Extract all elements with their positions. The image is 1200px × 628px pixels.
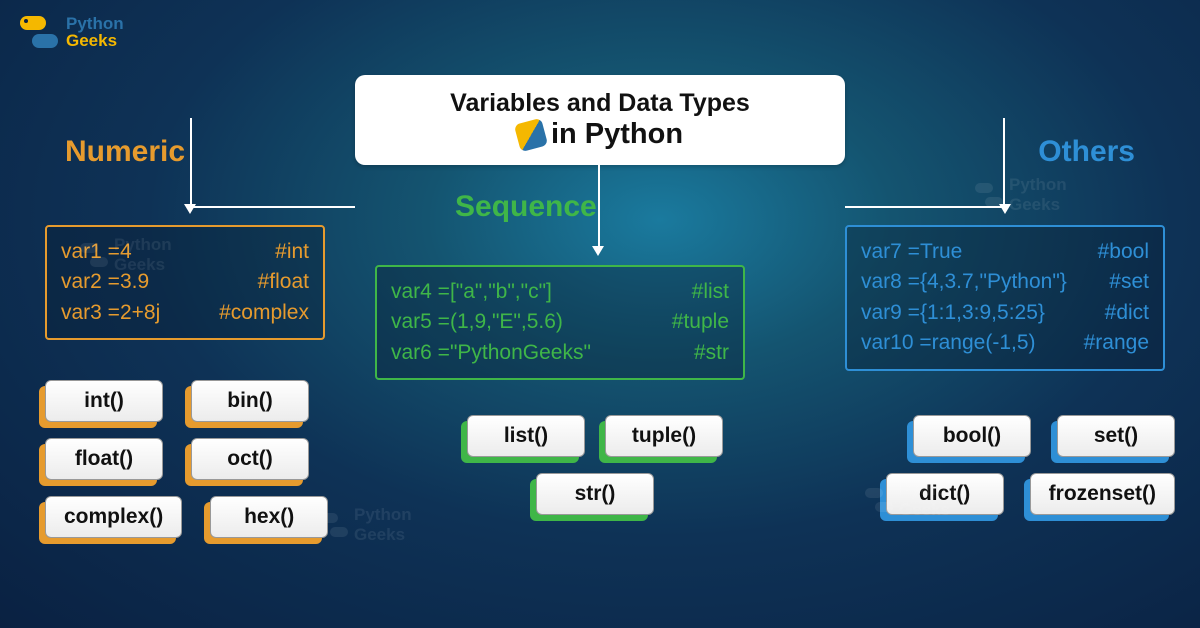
- tuple-button: tuple(): [605, 415, 723, 457]
- sequence-buttons: list() tuple() str(): [410, 415, 780, 515]
- python-geeks-icon: [20, 16, 58, 48]
- code-line: var4 =["a","b","c"]#list: [391, 277, 729, 307]
- hex-button: hex(): [210, 496, 328, 538]
- sequence-code-box: var4 =["a","b","c"]#list var5 =(1,9,"E",…: [375, 265, 745, 380]
- arrow-left: [190, 118, 355, 208]
- code-line: var9 ={1:1,3:9,5:25}#dict: [861, 298, 1149, 328]
- float-button: float(): [45, 438, 163, 480]
- arrow-center: [598, 165, 600, 250]
- watermark: PythonGeeks: [865, 480, 957, 520]
- code-line: var6 ="PythonGeeks"#str: [391, 338, 729, 368]
- others-code-box: var7 =True#bool var8 ={4,3.7,"Python"}#s…: [845, 225, 1165, 371]
- str-button: str(): [536, 473, 654, 515]
- bin-button: bin(): [191, 380, 309, 422]
- arrow-center-head: [592, 246, 604, 256]
- int-button: int(): [45, 380, 163, 422]
- watermark: PythonGeeks: [975, 175, 1067, 215]
- python-icon: [514, 117, 548, 151]
- title-card: Variables and Data Types in Python: [355, 75, 845, 165]
- code-line: var10 =range(-1,5)#range: [861, 328, 1149, 358]
- watermark: PythonGeeks: [80, 235, 172, 275]
- oct-button: oct(): [191, 438, 309, 480]
- others-heading: Others: [1038, 135, 1135, 169]
- complex-button: complex(): [45, 496, 182, 538]
- sequence-heading: Sequence: [455, 190, 597, 224]
- numeric-heading: Numeric: [65, 135, 185, 169]
- title-line-1: Variables and Data Types: [450, 89, 750, 118]
- watermark: PythonGeeks: [320, 505, 412, 545]
- code-line: var5 =(1,9,"E",5.6)#tuple: [391, 307, 729, 337]
- title-line-2: in Python: [517, 118, 683, 151]
- logo-text: Python Geeks: [66, 15, 124, 49]
- frozenset-button: frozenset(): [1030, 473, 1175, 515]
- list-button: list(): [467, 415, 585, 457]
- code-line: var8 ={4,3.7,"Python"}#set: [861, 267, 1149, 297]
- code-line: var3 =2+8j#complex: [61, 298, 309, 328]
- set-button: set(): [1057, 415, 1175, 457]
- bool-button: bool(): [913, 415, 1031, 457]
- logo: Python Geeks: [20, 15, 124, 49]
- arrow-left-head: [184, 204, 196, 214]
- code-line: var7 =True#bool: [861, 237, 1149, 267]
